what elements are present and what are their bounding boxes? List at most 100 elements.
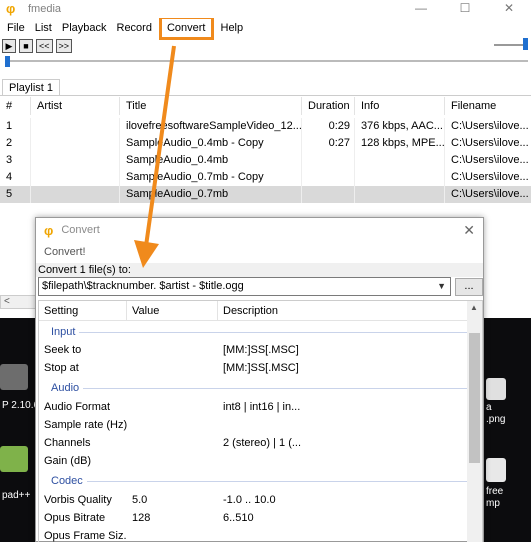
menu-record[interactable]: Record: [112, 18, 157, 38]
setting-description: 6..510: [223, 512, 254, 524]
horizontal-scrollbar[interactable]: <: [0, 295, 38, 309]
setting-value[interactable]: [127, 452, 218, 470]
setting-value[interactable]: [127, 527, 218, 542]
table-row[interactable]: 3 SampleAudio_0.4mb C:\Users\ilove...: [0, 152, 531, 169]
desktop-file-icon[interactable]: [486, 378, 506, 400]
menu-list[interactable]: List: [30, 18, 57, 38]
row-duration: [302, 152, 355, 169]
column-header-title[interactable]: Title: [120, 97, 302, 115]
column-header-filename[interactable]: Filename: [445, 97, 531, 115]
setting-value[interactable]: [127, 416, 218, 434]
volume-slider-track[interactable]: [494, 44, 524, 46]
setting-description: -1.0 .. 10.0: [223, 494, 276, 506]
next-button[interactable]: >>: [55, 39, 73, 53]
column-header-setting[interactable]: Setting: [39, 301, 127, 320]
notepad-app-icon[interactable]: [0, 446, 28, 472]
setting-name: Seek to: [44, 344, 82, 356]
stop-button[interactable]: ■: [19, 39, 33, 53]
row-duration: [302, 169, 355, 186]
setting-row[interactable]: Opus Frame Siz...: [39, 527, 469, 542]
row-info: [355, 186, 445, 203]
settings-list: Setting Value Description Input Seek to …: [38, 300, 483, 542]
group-header-audio: Audio: [39, 379, 469, 397]
scroll-up-icon[interactable]: ▲: [470, 303, 478, 312]
minimize-button[interactable]: —: [399, 0, 443, 18]
table-row[interactable]: 4 SampleAudio_0.7mb - Copy C:\Users\ilov…: [0, 169, 531, 186]
dialog-menu-convert[interactable]: Convert!: [36, 242, 483, 263]
table-row[interactable]: 1 ilovefreesoftwareSampleVideo_12... 0:2…: [0, 118, 531, 135]
row-number: 2: [0, 135, 31, 152]
row-title: ilovefreesoftwareSampleVideo_12...: [120, 118, 302, 135]
convert-label: Convert 1 file(s) to:: [36, 263, 483, 277]
fmedia-logo-icon: φ: [44, 222, 54, 238]
playlist-header: # Artist Title Duration Info Filename: [0, 97, 531, 115]
setting-row[interactable]: Seek to [MM:]SS[.MSC]: [39, 341, 469, 359]
row-duration: 0:27: [302, 135, 355, 152]
setting-description: [218, 416, 318, 434]
playlist-tabs: Playlist 1: [2, 79, 61, 96]
seek-bar-track[interactable]: [6, 60, 528, 62]
column-header-value[interactable]: Value: [127, 301, 218, 320]
desktop-label: a: [486, 402, 492, 413]
setting-row[interactable]: Vorbis Quality 5.0 -1.0 .. 10.0: [39, 491, 469, 509]
column-header-number[interactable]: #: [0, 97, 31, 115]
setting-row[interactable]: Sample rate (Hz): [39, 416, 469, 434]
convert-dialog: φ Convert ✕ Convert! Convert 1 file(s) t…: [35, 217, 484, 542]
table-row[interactable]: 2 SampleAudio_0.4mb - Copy 0:27 128 kbps…: [0, 135, 531, 152]
setting-description: [218, 452, 318, 470]
menu-help[interactable]: Help: [216, 18, 249, 38]
column-header-info[interactable]: Info: [355, 97, 445, 115]
setting-value[interactable]: [127, 434, 218, 452]
vertical-scrollbar[interactable]: ▲: [467, 301, 482, 542]
previous-button[interactable]: <<: [36, 39, 53, 53]
desktop-label: .png: [486, 414, 506, 425]
menu-file[interactable]: File: [2, 18, 30, 38]
column-header-artist[interactable]: Artist: [31, 97, 120, 115]
toolbar: ▶ ■ << >>: [2, 39, 73, 53]
close-button[interactable]: ✕: [487, 0, 531, 18]
setting-value[interactable]: [127, 341, 218, 359]
menu-convert[interactable]: Convert: [158, 16, 214, 40]
volume-slider-thumb[interactable]: [523, 38, 528, 50]
setting-value[interactable]: 5.0: [127, 491, 218, 509]
setting-row[interactable]: Stop at [MM:]SS[.MSC]: [39, 359, 469, 377]
setting-value[interactable]: 128: [127, 509, 218, 527]
setting-row[interactable]: Audio Format int8 | int16 | in...: [39, 398, 469, 416]
setting-row[interactable]: Opus Bitrate 128 6..510: [39, 509, 469, 527]
table-row[interactable]: 5 SampleAudio_0.7mb C:\Users\ilove...: [0, 186, 531, 203]
setting-description: [MM:]SS[.MSC]: [223, 344, 299, 356]
row-info: [355, 169, 445, 186]
seek-bar-thumb[interactable]: [5, 56, 10, 67]
setting-value[interactable]: [127, 359, 218, 377]
fmedia-logo-icon: φ: [6, 1, 16, 16]
setting-name: Sample rate (Hz): [44, 419, 127, 431]
setting-row[interactable]: Gain (dB): [39, 452, 469, 470]
column-header-duration[interactable]: Duration: [302, 97, 355, 115]
play-button[interactable]: ▶: [2, 39, 16, 53]
column-header-description[interactable]: Description: [218, 301, 303, 320]
menu-bar: File List Playback Record Convert Help: [0, 16, 531, 40]
menu-playback[interactable]: Playback: [57, 18, 112, 38]
chevron-down-icon[interactable]: ▼: [437, 278, 446, 295]
desktop-file-icon[interactable]: [486, 458, 506, 482]
setting-row[interactable]: Channels 2 (stereo) | 1 (...: [39, 434, 469, 452]
row-artist: [31, 186, 120, 203]
dialog-title: Convert: [61, 224, 100, 236]
row-filename: C:\Users\ilove...: [451, 154, 529, 166]
scrollbar-thumb[interactable]: [469, 333, 480, 463]
setting-description: [MM:]SS[.MSC]: [223, 362, 299, 374]
setting-value[interactable]: [127, 398, 218, 416]
output-path-combobox[interactable]: $filepath\$tracknumber. $artist - $title…: [38, 277, 451, 296]
row-duration: 0:29: [302, 118, 355, 135]
row-filename: C:\Users\ilove...: [451, 120, 529, 132]
row-artist: [31, 118, 120, 135]
maximize-button[interactable]: ☐: [443, 0, 487, 18]
scroll-left-icon[interactable]: <: [4, 296, 10, 307]
row-artist: [31, 135, 120, 152]
tab-playlist-1[interactable]: Playlist 1: [2, 79, 61, 96]
dialog-close-button[interactable]: ✕: [463, 222, 475, 239]
browse-button[interactable]: ...: [455, 278, 483, 296]
row-title: SampleAudio_0.7mb - Copy: [120, 169, 302, 186]
group-header-codec: Codec: [39, 472, 469, 490]
gimp-app-icon[interactable]: [0, 364, 28, 390]
